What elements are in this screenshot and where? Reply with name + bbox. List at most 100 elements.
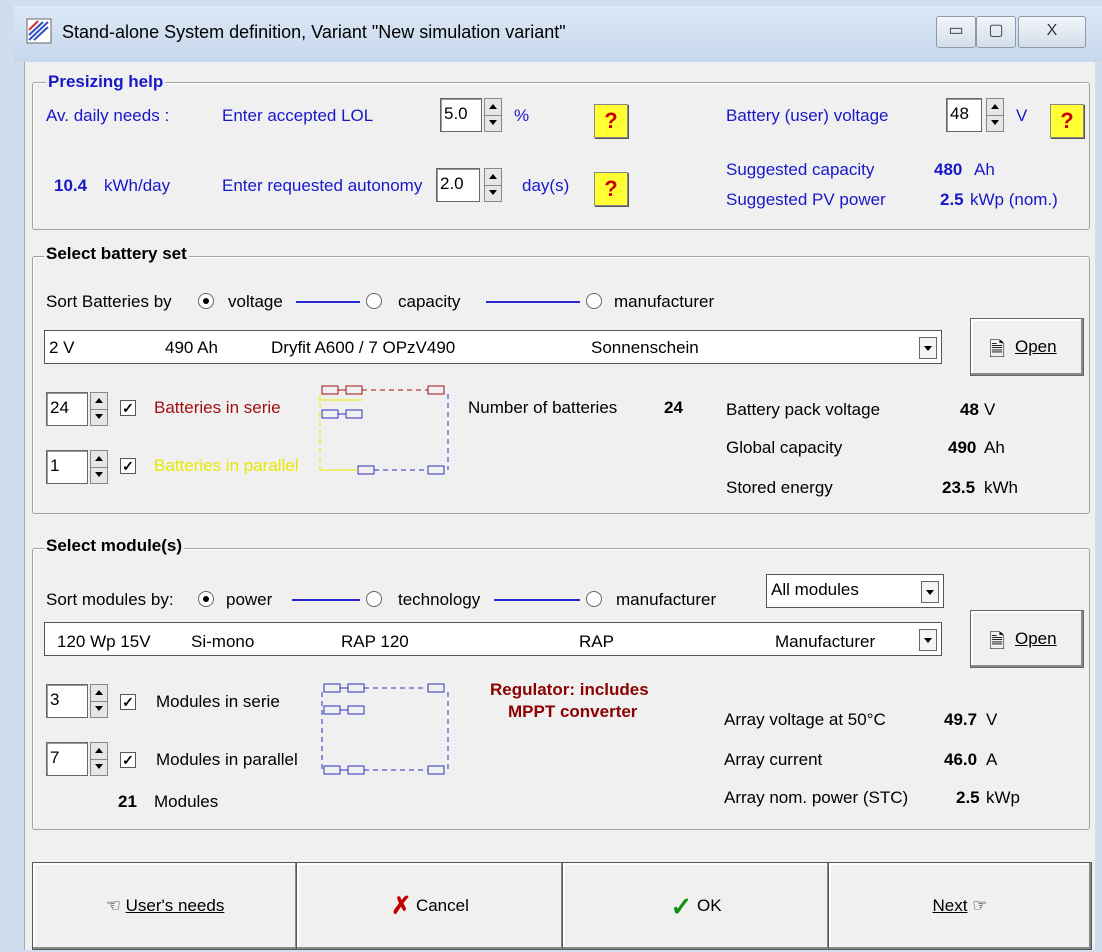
global-capacity-unit: Ah — [984, 438, 1005, 457]
close-button[interactable]: X — [1018, 16, 1086, 48]
sort-connector — [486, 301, 580, 303]
battery-open-button[interactable]: 🗎 Open — [970, 318, 1084, 376]
suggested-pv-unit: kWp (nom.) — [970, 190, 1058, 209]
presizing-title: Presizing help — [46, 72, 166, 92]
chevron-down-icon[interactable] — [921, 581, 939, 603]
array-voltage-unit: V — [986, 710, 998, 729]
batteries-parallel-checkbox[interactable]: ✓ — [120, 458, 136, 474]
number-batteries-label: Number of batteries — [468, 398, 618, 417]
modules-parallel-spinner[interactable] — [90, 742, 108, 776]
modules-total-label: Modules — [154, 792, 219, 811]
suggested-capacity-label: Suggested capacity — [726, 160, 875, 179]
suggested-capacity-unit: Ah — [974, 160, 995, 179]
ok-button[interactable]: ✓ OK — [562, 862, 830, 950]
modules-serie-checkbox[interactable]: ✓ — [120, 694, 136, 710]
chevron-down-icon[interactable] — [919, 337, 937, 359]
batteries-serie-input[interactable]: 24 — [46, 392, 88, 426]
battery-wiring-diagram — [318, 385, 449, 475]
close-icon: X — [1046, 22, 1058, 39]
pack-voltage-label: Battery pack voltage — [726, 400, 881, 419]
daily-needs-label: Av. daily needs : — [46, 106, 170, 125]
battery-voltage-unit: V — [1016, 106, 1028, 125]
daily-needs-unit: kWh/day — [104, 176, 171, 195]
modules-serie-input[interactable]: 3 — [46, 684, 88, 718]
batteries-serie-label: Batteries in serie — [154, 398, 281, 417]
modules-group-title: Select module(s) — [44, 536, 185, 556]
modules-parallel-checkbox[interactable]: ✓ — [120, 752, 136, 768]
global-capacity-label: Global capacity — [726, 438, 843, 457]
module-sort-manufacturer-label: manufacturer — [616, 590, 717, 609]
number-batteries-value: 24 — [664, 398, 683, 417]
title-bar[interactable]: Stand-alone System definition, Variant "… — [14, 6, 1102, 62]
suggested-pv-value: 2.5 — [940, 190, 964, 209]
array-current-value: 46.0 — [944, 750, 978, 769]
lol-spinner[interactable] — [484, 98, 502, 132]
modules-parallel-input[interactable]: 7 — [46, 742, 88, 776]
battery-sort-voltage-radio[interactable] — [198, 293, 214, 309]
voltage-help-button[interactable]: ? — [1050, 104, 1084, 138]
array-power-label: Array nom. power (STC) — [724, 788, 909, 807]
module-sort-manufacturer-radio[interactable] — [586, 591, 602, 607]
battery-voltage-spinner[interactable] — [986, 98, 1004, 132]
battery-sort-capacity-radio[interactable] — [366, 293, 382, 309]
battery-voltage-input[interactable]: 48 — [946, 98, 982, 132]
hand-right-icon: ☞ — [972, 896, 988, 915]
battery-sort-manufacturer-radio[interactable] — [586, 293, 602, 309]
autonomy-input[interactable]: 2.0 — [436, 168, 480, 202]
module-sort-technology-radio[interactable] — [366, 591, 382, 607]
app-icon — [26, 18, 52, 44]
battery-voltage-label: Battery (user) voltage — [726, 106, 889, 125]
help-icon: ? — [1060, 108, 1074, 133]
cancel-x-icon: ✗ — [391, 892, 412, 920]
module-select[interactable]: 120 Wp 15V Si-mono RAP 120 RAP Manufactu… — [44, 622, 942, 656]
users-needs-button[interactable]: ☜ User's needs — [32, 862, 298, 950]
batteries-parallel-spinner[interactable] — [90, 450, 108, 484]
minimize-icon: ▭ — [948, 22, 964, 39]
autonomy-label: Enter requested autonomy — [222, 176, 423, 195]
regulator-info-line2: MPPT converter — [508, 702, 638, 721]
modules-total-value: 21 — [118, 792, 137, 811]
maximize-icon: ▢ — [988, 22, 1004, 39]
autonomy-spinner[interactable] — [484, 168, 502, 202]
batteries-parallel-label: Batteries in parallel — [154, 456, 299, 475]
autonomy-unit: day(s) — [522, 176, 570, 195]
regulator-info-line1: Regulator: includes — [490, 680, 649, 699]
maximize-button[interactable]: ▢ — [976, 16, 1016, 48]
sort-connector — [494, 599, 580, 601]
lol-input[interactable]: 5.0 — [440, 98, 482, 132]
minimize-button[interactable]: ▭ — [936, 16, 976, 48]
module-wiring-diagram — [321, 683, 449, 775]
cancel-button[interactable]: ✗ Cancel — [296, 862, 564, 950]
global-capacity-value: 490 — [948, 438, 977, 457]
battery-sort-capacity-label: capacity — [398, 292, 461, 311]
chevron-down-icon[interactable] — [919, 629, 937, 651]
batteries-parallel-input[interactable]: 1 — [46, 450, 88, 484]
next-button[interactable]: Next ☞ — [828, 862, 1092, 950]
lol-help-button[interactable]: ? — [594, 104, 628, 138]
module-sort-power-radio[interactable] — [198, 591, 214, 607]
module-open-button[interactable]: 🗎 Open — [970, 610, 1084, 668]
battery-sort-manufacturer-label: manufacturer — [614, 292, 715, 311]
array-current-unit: A — [986, 750, 998, 769]
array-current-label: Array current — [724, 750, 823, 769]
lol-unit: % — [514, 106, 530, 125]
window-title: Stand-alone System definition, Variant "… — [62, 22, 566, 42]
hand-left-icon: ☜ — [105, 896, 121, 915]
suggested-capacity-value: 480 — [934, 160, 963, 179]
open-file-icon: 🗎 — [989, 631, 1006, 653]
lol-label: Enter accepted LOL — [222, 106, 374, 125]
help-icon: ? — [604, 176, 618, 201]
array-voltage-label: Array voltage at 50°C — [724, 710, 886, 729]
batteries-serie-checkbox[interactable]: ✓ — [120, 400, 136, 416]
batteries-serie-spinner[interactable] — [90, 392, 108, 426]
module-filter-select[interactable]: All modules — [766, 574, 944, 608]
suggested-pv-label: Suggested PV power — [726, 190, 886, 209]
autonomy-help-button[interactable]: ? — [594, 172, 628, 206]
modules-serie-spinner[interactable] — [90, 684, 108, 718]
presizing-group — [32, 82, 1090, 230]
modules-parallel-label: Modules in parallel — [156, 750, 298, 769]
module-sort-technology-label: technology — [398, 590, 481, 609]
sort-connector — [292, 599, 360, 601]
pack-voltage-value: 48 — [960, 400, 979, 419]
battery-select[interactable]: 2 V 490 Ah Dryfit A600 / 7 OPzV490 Sonne… — [44, 330, 942, 364]
